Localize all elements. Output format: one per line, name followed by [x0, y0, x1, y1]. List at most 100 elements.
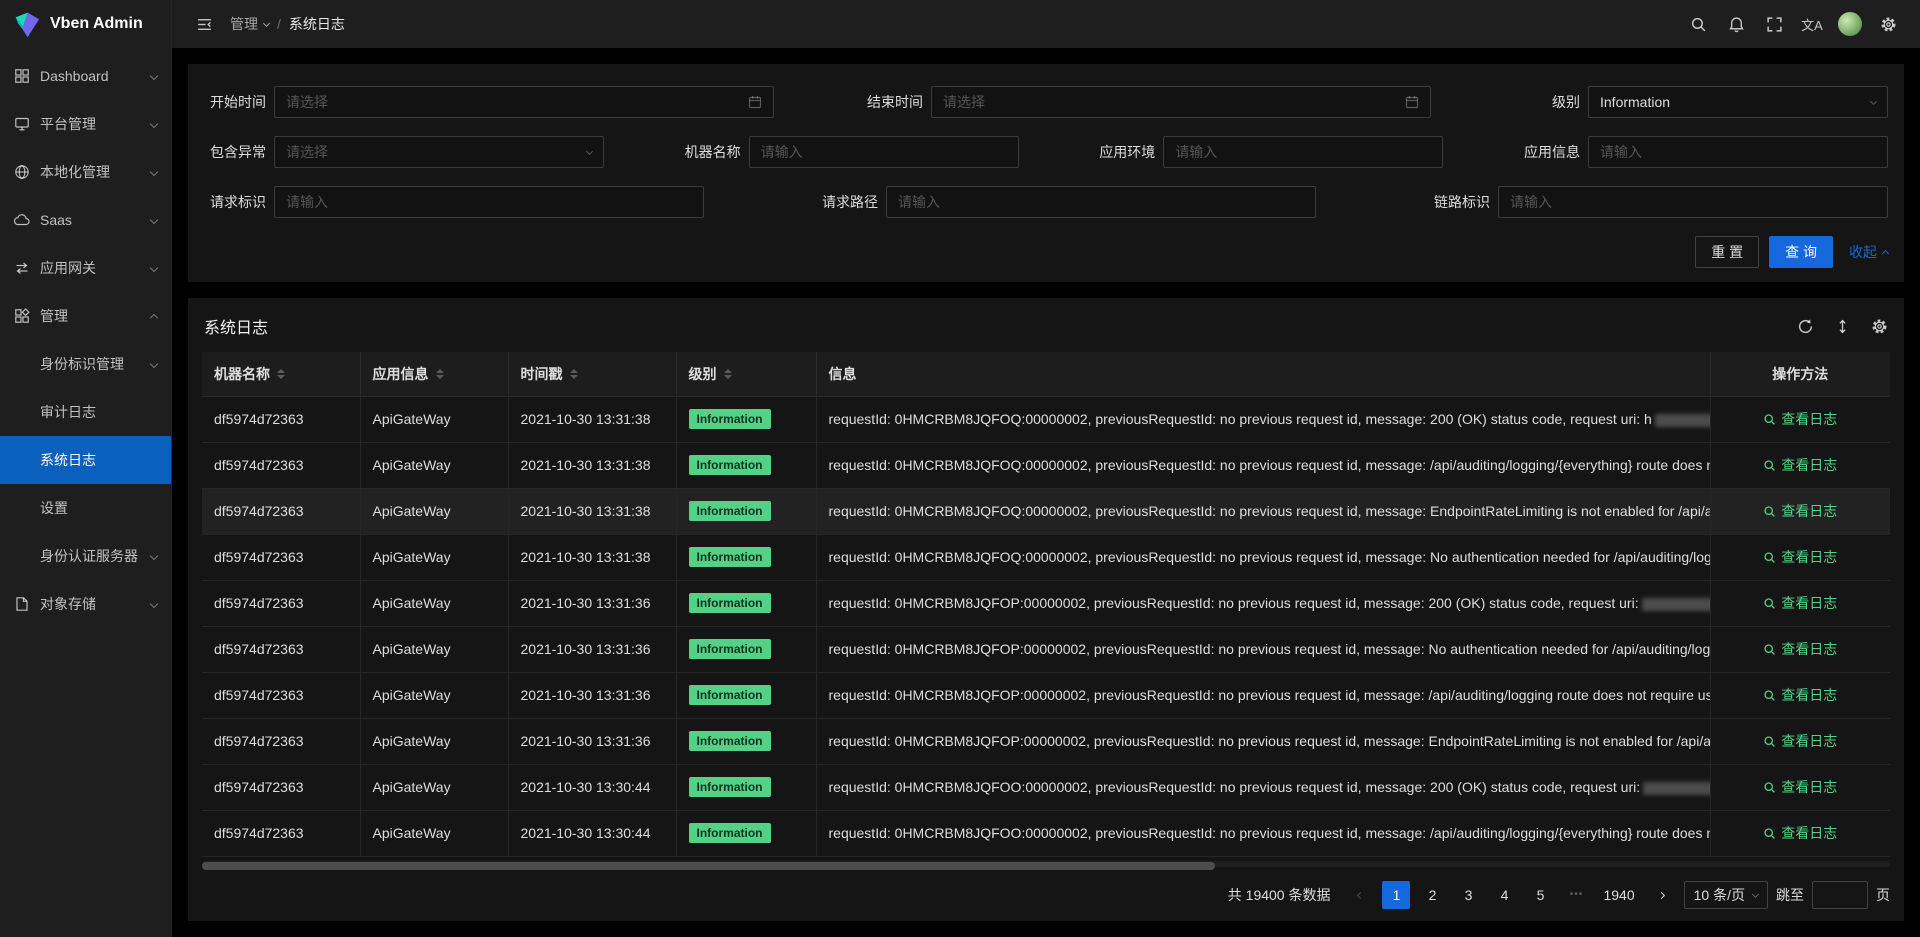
app-info-input[interactable]	[1588, 136, 1888, 168]
sidebar-item-settings[interactable]: 设置	[0, 484, 171, 532]
sidebar-item-identity-management[interactable]: 身份标识管理	[0, 340, 171, 388]
dashboard-icon	[14, 68, 30, 84]
level-tag: Information	[689, 823, 771, 843]
table-toolbar-actions	[1797, 318, 1888, 335]
cell-actions: 查看日志	[1710, 718, 1890, 764]
level-tag: Information	[689, 547, 771, 567]
magnifier-icon	[1763, 827, 1776, 840]
view-log-link[interactable]: 查看日志	[1763, 455, 1837, 475]
jump-page-input[interactable]	[1812, 881, 1868, 909]
page-button-4[interactable]: 4	[1490, 881, 1518, 909]
column-settings-gear-icon[interactable]	[1871, 318, 1888, 335]
pagination: 共 19400 条数据 12345•••1940 10 条/页 跳至 页	[202, 867, 1890, 909]
request-id-input[interactable]	[274, 186, 704, 218]
view-log-link[interactable]: 查看日志	[1763, 777, 1837, 797]
reset-button[interactable]: 重 置	[1695, 236, 1759, 268]
sidebar-item-gateway[interactable]: 应用网关	[0, 244, 171, 292]
view-log-link[interactable]: 查看日志	[1763, 547, 1837, 567]
sidebar-item-management[interactable]: 管理	[0, 292, 171, 340]
level-select[interactable]: Information	[1588, 86, 1888, 118]
page-button-5[interactable]: 5	[1526, 881, 1554, 909]
view-log-link[interactable]: 查看日志	[1763, 593, 1837, 613]
breadcrumb-item-management[interactable]: 管理	[230, 14, 269, 34]
sort-icon	[436, 369, 444, 379]
sidebar-item-system-log[interactable]: 系统日志	[0, 436, 171, 484]
chevron-up-icon	[1882, 250, 1889, 257]
view-log-link[interactable]: 查看日志	[1763, 639, 1837, 659]
fullscreen-icon[interactable]	[1758, 8, 1790, 40]
view-log-link[interactable]: 查看日志	[1763, 685, 1837, 705]
view-log-label: 查看日志	[1781, 547, 1837, 567]
top-header: 管理 / 系统日志 文A	[172, 0, 1920, 48]
message-text: requestId: 0HMCRBM8JQFOP:00000002, previ…	[829, 733, 1711, 749]
table-row: df5974d72363 ApiGateWay 2021-10-30 13:30…	[202, 764, 1890, 810]
cell-timestamp: 2021-10-30 13:30:44	[508, 810, 676, 856]
cell-machine-name: df5974d72363	[202, 764, 360, 810]
column-header-machine[interactable]: 机器名称	[202, 352, 360, 396]
prev-page-button[interactable]	[1346, 881, 1374, 909]
sidebar-item-object-storage[interactable]: 对象存储	[0, 580, 171, 628]
cell-timestamp: 2021-10-30 13:31:38	[508, 488, 676, 534]
refresh-icon[interactable]	[1797, 318, 1814, 335]
sidebar-item-dashboard[interactable]: Dashboard	[0, 52, 171, 100]
chevron-up-icon	[151, 308, 157, 324]
page-ellipsis[interactable]: •••	[1562, 881, 1590, 909]
view-log-label: 查看日志	[1781, 501, 1837, 521]
end-time-date-picker[interactable]: 请选择	[931, 86, 1431, 118]
cell-machine-name: df5974d72363	[202, 626, 360, 672]
start-time-date-picker[interactable]: 请选择	[274, 86, 774, 118]
view-log-link[interactable]: 查看日志	[1763, 409, 1837, 429]
column-label: 信息	[829, 364, 857, 384]
view-log-link[interactable]: 查看日志	[1763, 823, 1837, 843]
scrollbar-thumb[interactable]	[202, 862, 1215, 870]
cell-timestamp: 2021-10-30 13:31:36	[508, 718, 676, 764]
avatar[interactable]	[1838, 12, 1862, 36]
search-icon[interactable]	[1682, 8, 1714, 40]
selected-value: Information	[1600, 94, 1670, 110]
page-button-3[interactable]: 3	[1454, 881, 1482, 909]
sort-icon	[570, 369, 578, 379]
log-table: 机器名称 应用信息 时间戳	[202, 352, 1890, 857]
app-logo[interactable]: Vben Admin	[0, 0, 171, 48]
collapse-filters-link[interactable]: 收起	[1849, 242, 1888, 262]
cell-level: Information	[676, 442, 816, 488]
chevron-down-icon	[151, 548, 157, 564]
request-path-input[interactable]	[886, 186, 1316, 218]
column-header-app-info[interactable]: 应用信息	[360, 352, 508, 396]
collapse-label: 收起	[1849, 242, 1877, 262]
column-header-timestamp[interactable]: 时间戳	[508, 352, 676, 396]
cell-level: Information	[676, 580, 816, 626]
placeholder-text: 请选择	[943, 92, 985, 112]
sidebar-item-saas[interactable]: Saas	[0, 196, 171, 244]
page-button-1940[interactable]: 1940	[1598, 881, 1639, 909]
sidebar-item-localization[interactable]: 本地化管理	[0, 148, 171, 196]
has-exception-select[interactable]: 请选择	[274, 136, 604, 168]
machine-name-input[interactable]	[749, 136, 1019, 168]
trace-id-input[interactable]	[1498, 186, 1888, 218]
cell-app-info: ApiGateWay	[360, 488, 508, 534]
cell-level: Information	[676, 626, 816, 672]
cell-level: Information	[676, 534, 816, 580]
notification-bell-icon[interactable]	[1720, 8, 1752, 40]
chevron-down-icon	[263, 19, 270, 26]
table-row: df5974d72363 ApiGateWay 2021-10-30 13:31…	[202, 534, 1890, 580]
cell-message: requestId: 0HMCRBM8JQFOQ:00000002, previ…	[816, 488, 1710, 534]
view-log-link[interactable]: 查看日志	[1763, 731, 1837, 751]
filter-label-level: 级别	[1518, 92, 1588, 112]
page-button-2[interactable]: 2	[1418, 881, 1446, 909]
settings-gear-icon[interactable]	[1872, 8, 1904, 40]
sidebar-item-platform[interactable]: 平台管理	[0, 100, 171, 148]
page-button-1[interactable]: 1	[1382, 881, 1410, 909]
column-height-icon[interactable]	[1834, 318, 1851, 335]
locale-translate-icon[interactable]: 文A	[1796, 8, 1828, 40]
search-button[interactable]: 查 询	[1769, 236, 1833, 268]
environment-input[interactable]	[1163, 136, 1443, 168]
sidebar-item-auth-server[interactable]: 身份认证服务器	[0, 532, 171, 580]
sidebar-fold-icon[interactable]	[188, 8, 220, 40]
page-size-select[interactable]: 10 条/页	[1684, 881, 1768, 909]
view-log-link[interactable]: 查看日志	[1763, 501, 1837, 521]
next-page-button[interactable]	[1648, 881, 1676, 909]
sidebar-item-audit-log[interactable]: 审计日志	[0, 388, 171, 436]
column-header-level[interactable]: 级别	[676, 352, 816, 396]
breadcrumb-separator: /	[277, 16, 281, 32]
